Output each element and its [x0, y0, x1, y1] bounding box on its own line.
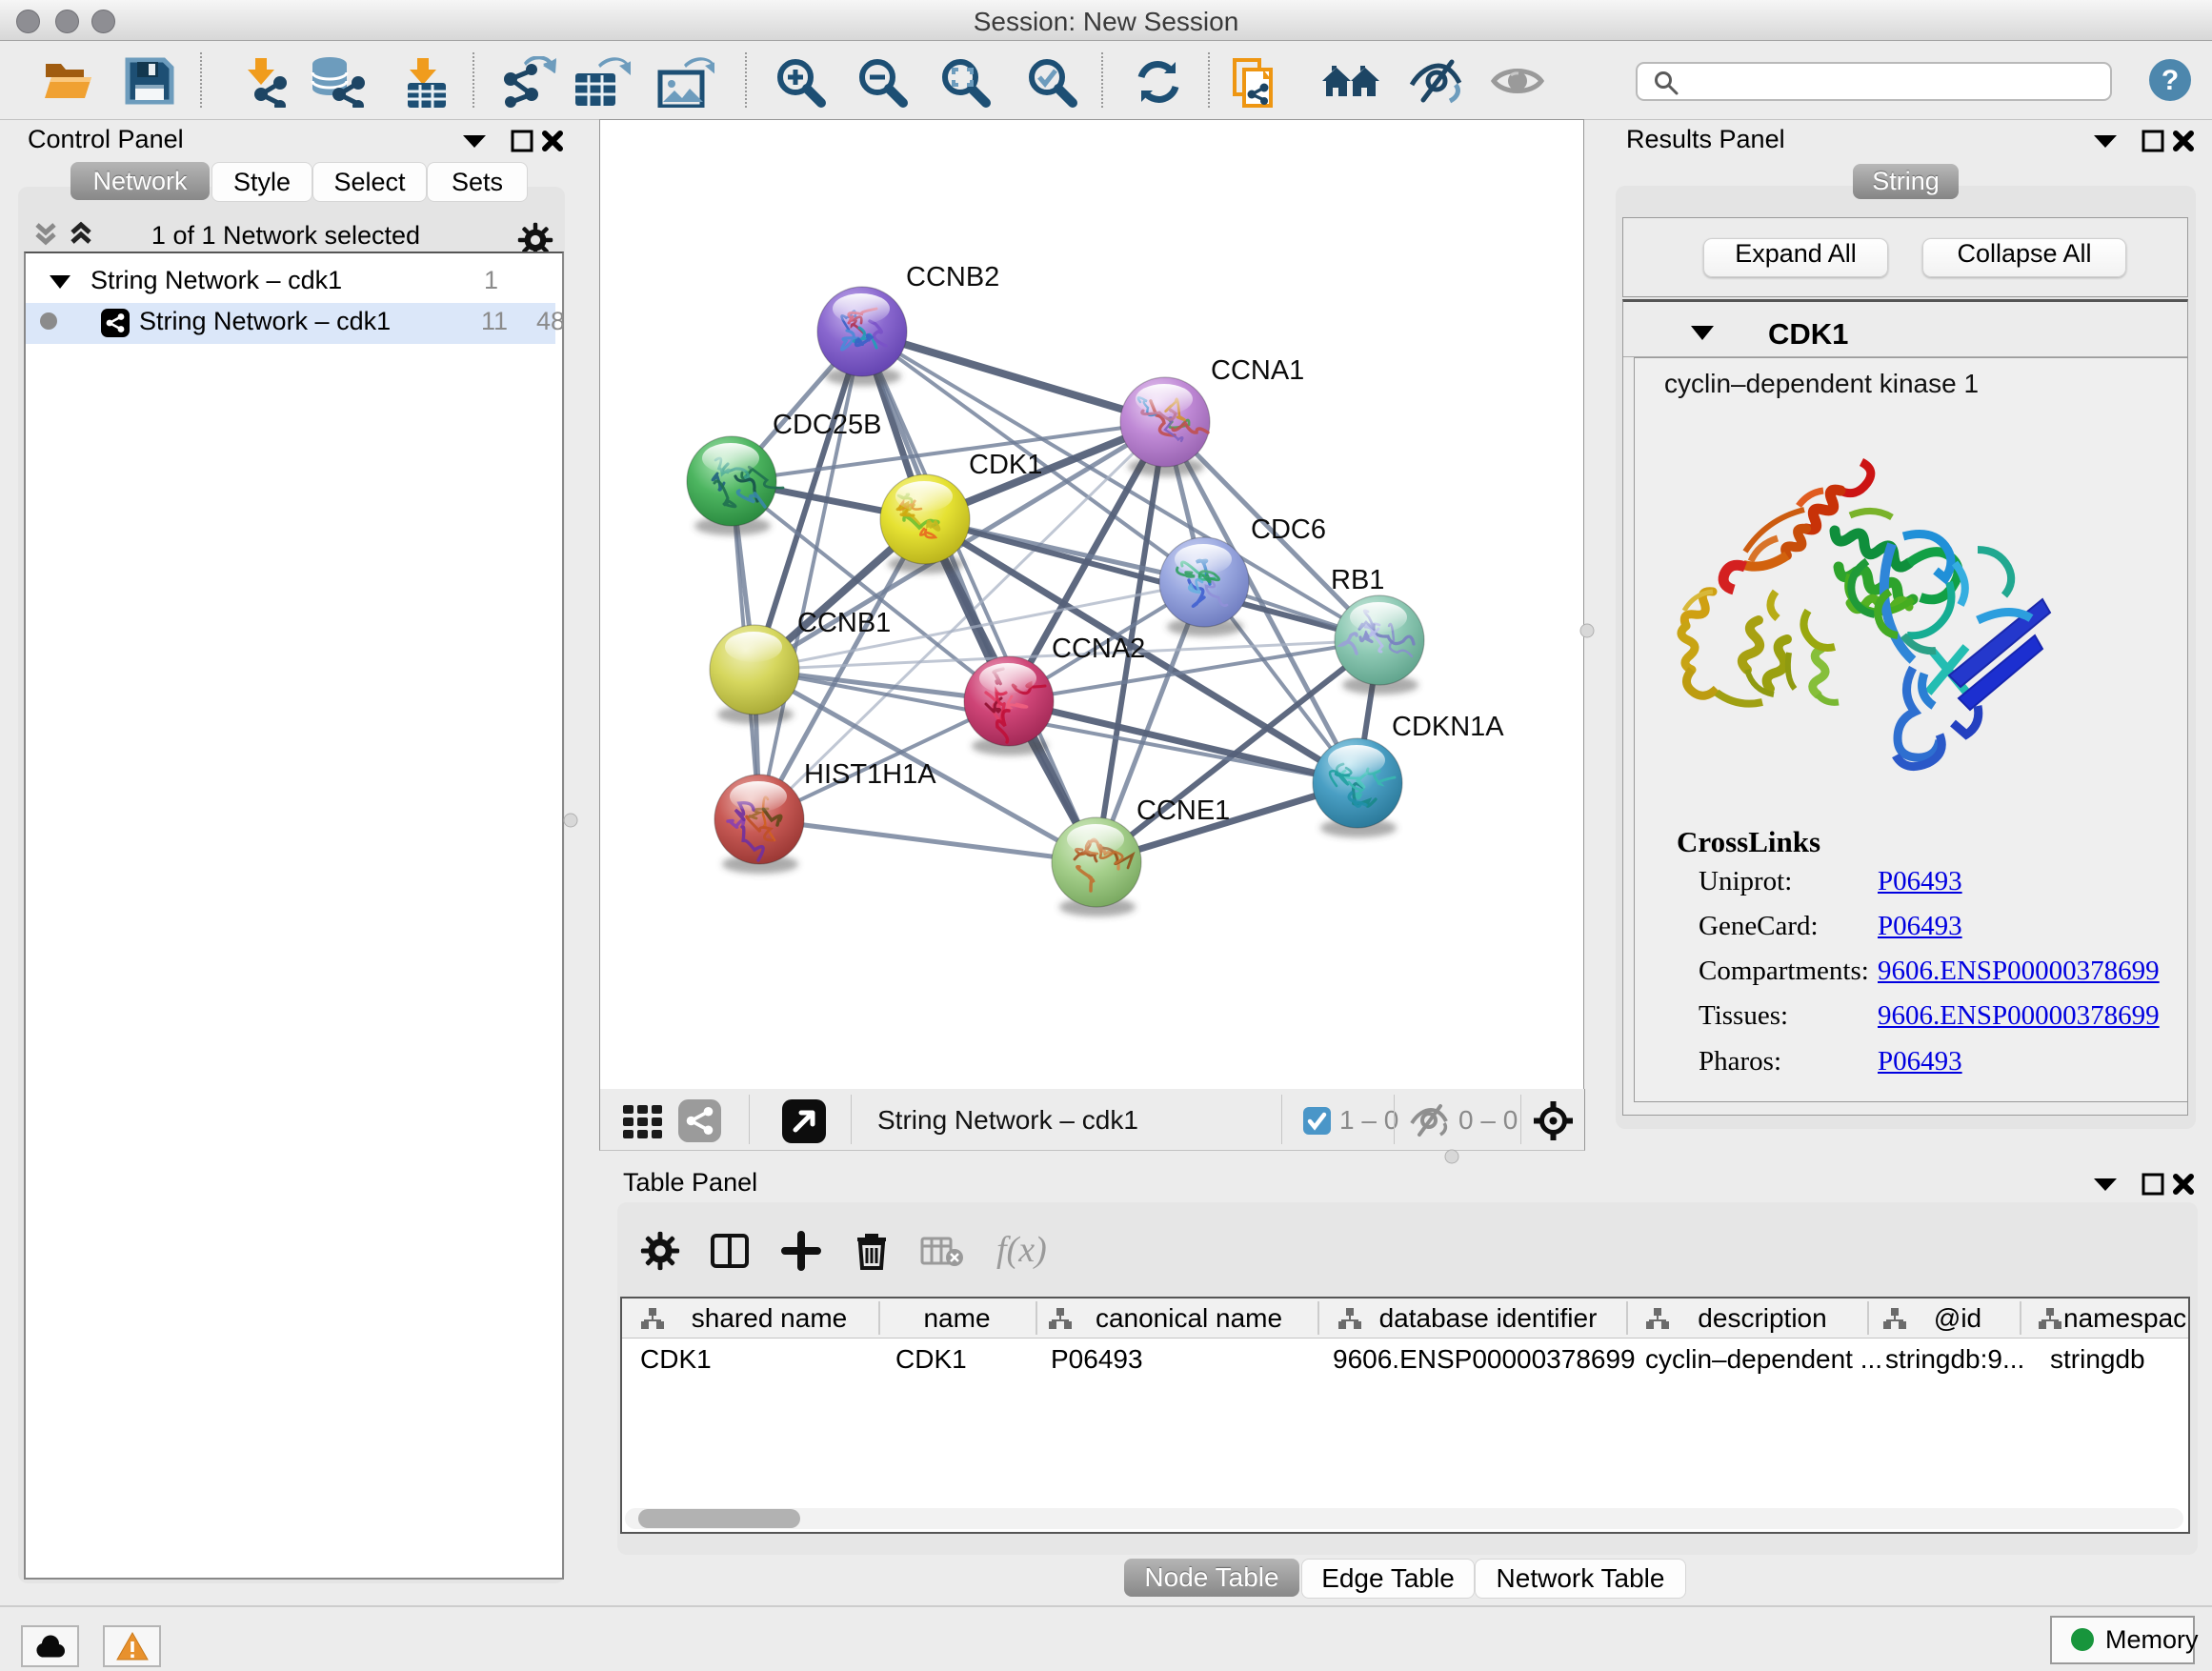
- svg-text:CCNA1: CCNA1: [1211, 355, 1304, 386]
- svg-text:CDC6: CDC6: [1251, 514, 1326, 545]
- svg-text:CCNB1: CCNB1: [797, 608, 891, 638]
- svg-text:?: ?: [2162, 65, 2179, 96]
- svg-text:CCNE1: CCNE1: [1136, 795, 1230, 826]
- svg-text:RB1: RB1: [1331, 565, 1384, 595]
- svg-text:CCNB2: CCNB2: [906, 262, 999, 292]
- svg-text:CDKN1A: CDKN1A: [1392, 712, 1504, 742]
- svg-text:CDC25B: CDC25B: [773, 410, 881, 440]
- svg-text:HIST1H1A: HIST1H1A: [804, 759, 936, 790]
- svg-text:CCNA2: CCNA2: [1052, 634, 1145, 664]
- svg-text:CDK1: CDK1: [969, 450, 1042, 480]
